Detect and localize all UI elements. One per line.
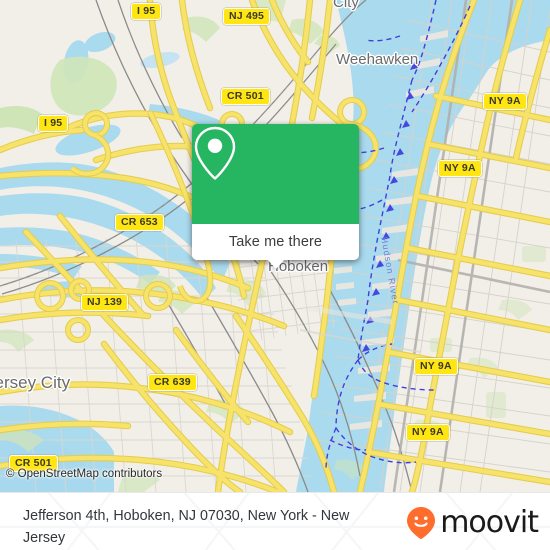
- shield-i95-left[interactable]: I 95: [38, 115, 69, 132]
- footer-bar: Jefferson 4th, Hoboken, NJ 07030, New Yo…: [0, 492, 550, 550]
- map-screenshot: City Weehawken Hoboken Jersey City Hudso…: [0, 0, 550, 550]
- shield-ny9a-lower[interactable]: NY 9A: [414, 358, 458, 375]
- shield-cr653[interactable]: CR 653: [115, 214, 164, 231]
- address-text: Jefferson 4th, Hoboken, NJ 07030, New Yo…: [23, 508, 350, 546]
- callout-icon-area: [192, 124, 359, 224]
- map-canvas[interactable]: City Weehawken Hoboken Jersey City Hudso…: [0, 0, 550, 492]
- moovit-pin-smiley-icon: [407, 507, 436, 540]
- shield-cr639[interactable]: CR 639: [148, 374, 197, 391]
- take-me-there-button[interactable]: Take me there: [192, 224, 359, 269]
- map-pin-icon: [194, 126, 236, 180]
- shield-cr501-top[interactable]: CR 501: [221, 88, 270, 105]
- moovit-wordmark: moovit: [440, 505, 539, 540]
- shield-i95-top[interactable]: I 95: [131, 3, 162, 20]
- callout-tail: [266, 259, 285, 269]
- shield-ny9a-bottom[interactable]: NY 9A: [406, 424, 450, 441]
- shield-ny9a-mid[interactable]: NY 9A: [438, 160, 482, 177]
- place-label-jersey-city: Jersey City: [0, 373, 71, 392]
- take-me-there-label: Take me there: [228, 234, 323, 250]
- shield-nj495[interactable]: NJ 495: [223, 8, 271, 25]
- place-label-city: City: [333, 0, 359, 11]
- destination-callout-card[interactable]: Take me there: [192, 124, 359, 269]
- shield-ny9a-top[interactable]: NY 9A: [483, 93, 527, 110]
- place-label-weehawken: Weehawken: [336, 51, 419, 68]
- osm-attribution[interactable]: © OpenStreetMap contributors: [6, 468, 162, 480]
- shield-nj139[interactable]: NJ 139: [81, 294, 129, 311]
- moovit-logo[interactable]: moovit: [406, 505, 539, 540]
